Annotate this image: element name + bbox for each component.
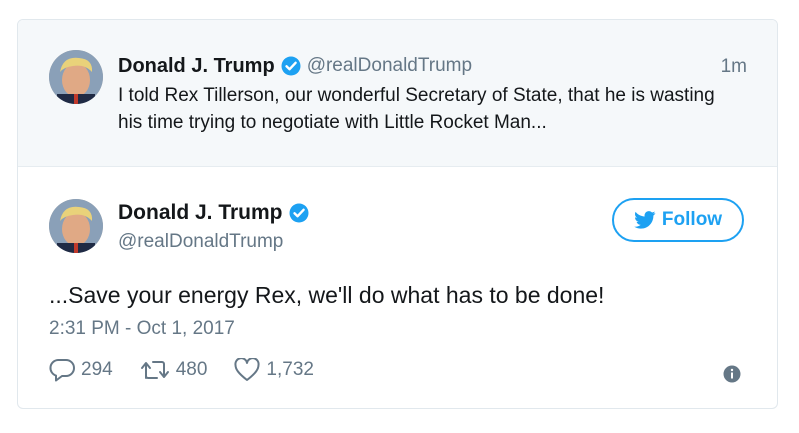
author-handle[interactable]: @realDonaldTrump [118, 231, 283, 253]
tweet-text: ...Save your energy Rex, we'll do what h… [49, 282, 605, 308]
verified-badge-icon [289, 203, 309, 223]
author-name[interactable]: Donald J. Trump [118, 201, 283, 225]
main-author: Donald J. Trump [118, 201, 309, 225]
info-icon[interactable] [723, 365, 741, 383]
like-count: 1,732 [266, 359, 314, 380]
avatar[interactable] [49, 50, 103, 104]
follow-button[interactable]: Follow [612, 198, 744, 242]
tweet-timestamp[interactable]: 2:31 PM - Oct 1, 2017 [49, 318, 235, 340]
retweet-button[interactable]: 480 [140, 359, 208, 381]
tweet-card: Donald J. Trump @realDonaldTrump 1m I to… [17, 19, 778, 409]
author-name[interactable]: Donald J. Trump [118, 55, 275, 78]
twitter-bird-icon [634, 211, 656, 229]
parent-tweet[interactable]: Donald J. Trump @realDonaldTrump 1m I to… [18, 20, 777, 167]
parent-tweet-header: Donald J. Trump @realDonaldTrump [118, 53, 472, 79]
heart-icon [234, 358, 260, 381]
verified-badge-icon [281, 56, 301, 76]
retweet-icon [140, 361, 169, 379]
parent-tweet-text: I told Rex Tillerson, our wonderful Secr… [118, 85, 715, 133]
reply-icon [49, 359, 75, 382]
reply-count: 294 [81, 359, 113, 380]
follow-label: Follow [661, 209, 723, 230]
author-handle[interactable]: @realDonaldTrump [307, 55, 472, 77]
like-button[interactable]: 1,732 [234, 358, 314, 382]
retweet-count: 480 [175, 359, 208, 380]
tweet-actions: 294 480 1,732 [49, 358, 341, 382]
tweet-time[interactable]: 1m [721, 56, 747, 78]
avatar[interactable] [49, 199, 103, 253]
reply-button[interactable]: 294 [49, 358, 113, 382]
